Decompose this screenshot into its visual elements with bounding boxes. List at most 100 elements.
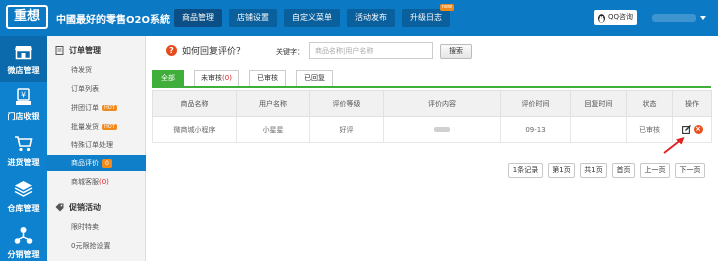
nav-label: 店铺设置 bbox=[237, 13, 269, 22]
submenu-label: 商城客服 bbox=[71, 178, 99, 186]
keyword-label: 关键字： bbox=[276, 48, 304, 56]
table-header-row: 商品名称 用户名称 评价等级 评价内容 评价时间 回复时间 状态 操作 bbox=[152, 90, 712, 117]
distribution-icon bbox=[14, 227, 33, 244]
new-badge: new bbox=[439, 4, 454, 11]
qq-penguin-icon bbox=[597, 13, 606, 23]
tab-label: 未审核 bbox=[201, 74, 223, 82]
pager-first-button[interactable]: 首页 bbox=[612, 163, 635, 178]
how-to-reply-help-link[interactable]: ? 如何回复评价？ bbox=[166, 44, 245, 57]
nav-label: 活动发布 bbox=[355, 13, 387, 22]
order-management-heading[interactable]: 订单管理 bbox=[55, 43, 101, 57]
column-header: 评价时间 bbox=[500, 90, 571, 117]
nav-product-management[interactable]: 商品管理 bbox=[174, 9, 222, 27]
cart-icon bbox=[15, 136, 33, 152]
qq-consult-button[interactable]: QQ咨询 bbox=[594, 10, 638, 25]
promotion-heading[interactable]: 促销活动 bbox=[55, 200, 101, 214]
sidebar-item-purchasing[interactable]: 进货管理 bbox=[0, 128, 47, 174]
section-label: 订单管理 bbox=[69, 45, 101, 55]
document-icon bbox=[55, 45, 64, 55]
column-header: 用户名称 bbox=[236, 90, 310, 117]
pager-current-page: 第1页 bbox=[548, 163, 575, 178]
column-header: 评价等级 bbox=[309, 90, 384, 117]
nav-store-settings[interactable]: 店铺设置 bbox=[229, 9, 277, 27]
submenu-label: 特殊订单处理 bbox=[71, 141, 113, 149]
submenu-item-pending-shipment[interactable]: 待发货 bbox=[47, 62, 146, 78]
nav-label: 商品管理 bbox=[182, 13, 214, 22]
submenu-item-order-list[interactable]: 订单列表 bbox=[47, 81, 146, 97]
tab-all[interactable]: 全部 bbox=[152, 70, 184, 87]
sidebar-label: 微店管理 bbox=[7, 66, 40, 75]
submenu-item-group-orders[interactable]: 拼团订单 HOT bbox=[47, 100, 146, 116]
submenu-item-batch-shipping[interactable]: 批量发货 HOT bbox=[47, 119, 146, 135]
nav-activity-publish[interactable]: 活动发布 bbox=[347, 9, 395, 27]
keyword-search-input[interactable] bbox=[309, 42, 433, 59]
tab-label: 全部 bbox=[161, 74, 175, 82]
sidebar-item-distribution[interactable]: 分销管理 bbox=[0, 220, 47, 261]
reply-time-cell bbox=[570, 116, 627, 143]
user-name-cell: 小星星 bbox=[236, 116, 310, 143]
sidebar-item-pos[interactable]: ¥ 门店收银 bbox=[0, 82, 47, 128]
pager-prev-button[interactable]: 上一页 bbox=[640, 163, 670, 178]
section-label: 促销活动 bbox=[69, 202, 101, 212]
hot-badge: HOT bbox=[102, 105, 117, 111]
store-icon bbox=[15, 46, 32, 60]
submenu-item-flash-sale[interactable]: 限时特卖 bbox=[47, 219, 146, 235]
nav-custom-menu[interactable]: 自定义菜单 bbox=[284, 9, 340, 27]
pager-record-count: 1条记录 bbox=[508, 163, 543, 178]
secondary-sidebar: 订单管理 待发货 订单列表 拼团订单 HOT 批量发货 HOT 特殊订单处理 商品评… bbox=[47, 36, 146, 261]
sidebar-label: 进货管理 bbox=[7, 158, 40, 167]
submenu-label: 商品评价 bbox=[71, 159, 99, 167]
tab-reviewed[interactable]: 已审核 bbox=[249, 70, 286, 87]
tab-replied[interactable]: 已回复 bbox=[296, 70, 333, 87]
user-dropdown-caret-icon[interactable] bbox=[700, 16, 706, 20]
sidebar-label: 分销管理 bbox=[7, 250, 40, 259]
nav-label: 自定义菜单 bbox=[292, 13, 332, 22]
column-header: 商品名称 bbox=[152, 90, 237, 117]
submenu-item-special-orders[interactable]: 特殊订单处理 bbox=[47, 137, 146, 153]
submenu-label: 批量发货 bbox=[71, 123, 99, 131]
service-count: (0) bbox=[99, 178, 109, 186]
sidebar-item-warehouse[interactable]: 仓库管理 bbox=[0, 174, 47, 220]
system-title: 中國最好的零售O2O系統 bbox=[56, 15, 170, 26]
hot-badge: HOT bbox=[102, 124, 117, 130]
question-icon: ? bbox=[166, 45, 177, 56]
review-content-cell bbox=[383, 116, 501, 143]
top-bar: 重想 中國最好的零售O2O系統 商品管理 店铺设置 自定义菜单 活动发布 升级日… bbox=[0, 0, 718, 36]
top-nav: 商品管理 店铺设置 自定义菜单 活动发布 升级日志 new bbox=[174, 4, 457, 27]
pager-next-button[interactable]: 下一页 bbox=[675, 163, 705, 178]
nav-upgrade-log[interactable]: 升级日志 new bbox=[402, 4, 454, 27]
rating-cell: 好评 bbox=[309, 116, 384, 143]
primary-sidebar: 微店管理 ¥ 门店收银 进货管理 仓库管理 分销管理 bbox=[0, 36, 47, 261]
annotation-arrow-icon bbox=[663, 137, 685, 154]
submenu-label: 待发货 bbox=[71, 66, 92, 74]
column-header: 操作 bbox=[672, 90, 712, 117]
tab-unreviewed[interactable]: 未审核(0) bbox=[194, 70, 239, 87]
product-name-cell: 微商城小程序 bbox=[152, 116, 237, 143]
nav-label: 升级日志 bbox=[410, 13, 442, 22]
tab-label: 已回复 bbox=[304, 74, 325, 82]
edit-icon[interactable] bbox=[681, 125, 691, 134]
sidebar-label: 门店收银 bbox=[7, 112, 40, 121]
column-header: 回复时间 bbox=[570, 90, 627, 117]
tab-underline bbox=[152, 86, 711, 88]
tag-icon bbox=[55, 203, 64, 211]
submenu-item-product-reviews[interactable]: 商品评价 0 bbox=[47, 155, 146, 171]
search-button[interactable]: 搜索 bbox=[440, 44, 472, 59]
submenu-label: 拼团订单 bbox=[71, 104, 99, 112]
cash-register-icon: ¥ bbox=[16, 88, 31, 105]
table-row: 微商城小程序 小星星 好评 09-13 已审核 × bbox=[152, 116, 712, 143]
submenu-label: 限时特卖 bbox=[71, 223, 99, 231]
submenu-item-zero-price-grab[interactable]: 0元限抢设置 bbox=[47, 238, 146, 254]
submenu-item-customer-service[interactable]: 商城客服(0) bbox=[47, 174, 146, 190]
delete-icon[interactable]: × bbox=[693, 125, 703, 134]
user-name-blurred[interactable] bbox=[652, 14, 696, 22]
submenu-label: 0元限抢设置 bbox=[71, 242, 111, 250]
column-header: 评价内容 bbox=[383, 90, 501, 117]
help-text: 如何回复评价？ bbox=[182, 47, 246, 57]
qq-label: QQ咨询 bbox=[608, 13, 634, 21]
sidebar-item-wechat-store[interactable]: 微店管理 bbox=[0, 36, 47, 82]
svg-text:¥: ¥ bbox=[21, 91, 26, 100]
tab-count: (0) bbox=[222, 74, 232, 82]
blurred-content bbox=[434, 127, 450, 132]
review-count-badge: 0 bbox=[102, 159, 112, 168]
